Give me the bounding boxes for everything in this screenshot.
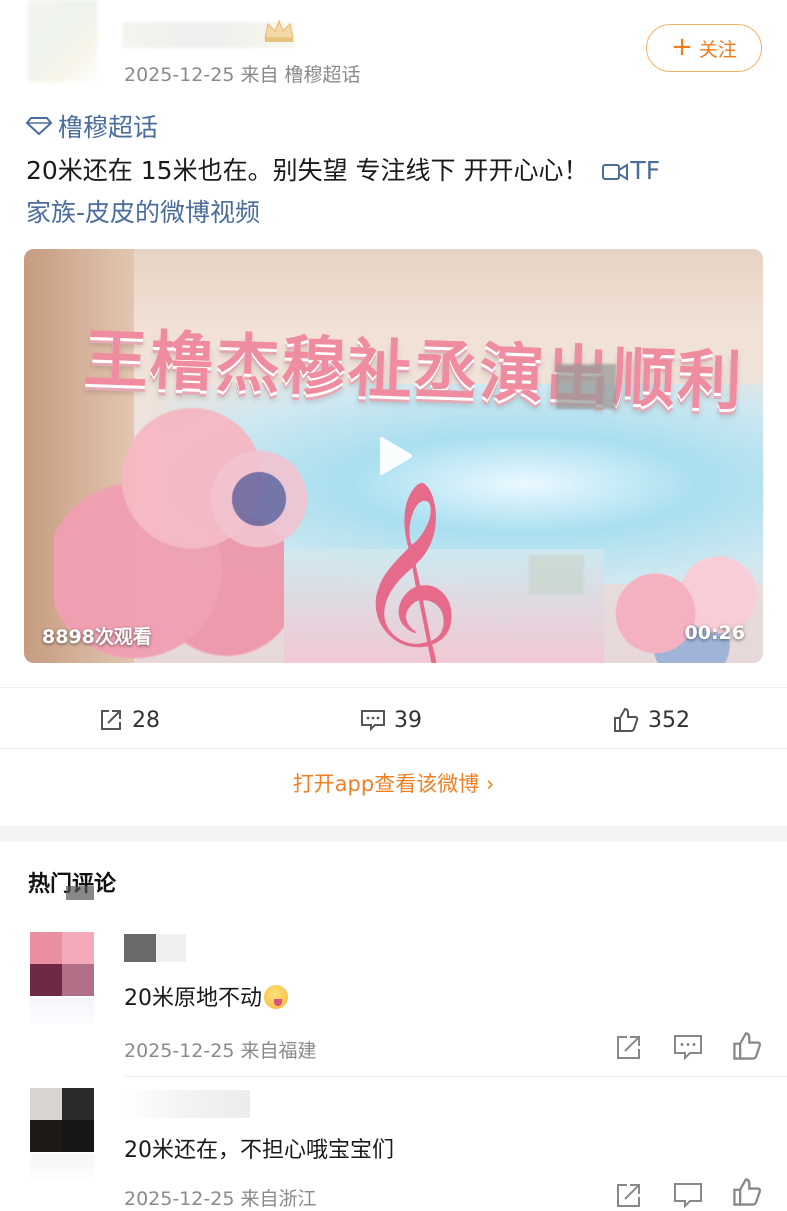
- crown-icon: [264, 19, 294, 42]
- like-count: 352: [648, 707, 690, 733]
- comment-count: 39: [394, 707, 422, 733]
- video-view-count: 8898次观看: [42, 626, 152, 648]
- comment-text: 20米还在，不担心哦宝宝们: [124, 1138, 394, 1163]
- topic-link[interactable]: 橹穆超话: [26, 108, 158, 144]
- post-main-text: 20米还在 15米也在。别失望 专注线下 开开心心！: [26, 156, 589, 185]
- comment-meta: 2025-12-25 来自福建: [124, 1040, 317, 1062]
- comment-avatar[interactable]: [30, 1088, 94, 1152]
- comment-icon[interactable]: [673, 1180, 703, 1210]
- comment-username-redacted[interactable]: [124, 934, 186, 962]
- video-flowers-mid: [184, 424, 334, 574]
- comment-username-redacted[interactable]: [124, 1090, 250, 1118]
- video-mosaic-redaction: [529, 555, 584, 595]
- comment-icon[interactable]: [673, 1032, 703, 1062]
- follow-label: 关注: [698, 38, 737, 61]
- diamond-topic-icon: [26, 117, 52, 136]
- share-icon[interactable]: [614, 1032, 644, 1062]
- comment-avatar[interactable]: [30, 932, 94, 996]
- author-avatar[interactable]: [28, 0, 98, 82]
- treble-clef-prop: 𝄞: [354, 479, 461, 664]
- topic-label: 橹穆超话: [58, 113, 159, 142]
- video-source-link-a: TF: [630, 156, 661, 185]
- comment-text-content: 20米原地不动: [124, 986, 262, 1011]
- comment-button[interactable]: 39: [360, 700, 422, 740]
- share-icon[interactable]: [614, 1180, 644, 1210]
- title-mosaic-redaction: [66, 886, 94, 900]
- divider: [124, 1076, 787, 1077]
- video-source-link-b: 家族-皮皮的微博视频: [26, 198, 261, 227]
- comment-icon: [361, 710, 385, 732]
- open-app-link[interactable]: 打开app查看该微博 ›: [0, 768, 787, 798]
- comment-meta: 2025-12-25 来自浙江: [124, 1188, 317, 1210]
- comment-avatar-fade: [30, 998, 94, 1024]
- share-count: 28: [132, 707, 160, 733]
- video-mosaic-redaction: [556, 364, 616, 409]
- like-icon: [614, 707, 639, 732]
- post-meta: 2025-12-25 来自 橹穆超话: [124, 64, 361, 86]
- tongue-emoji-icon: [264, 985, 288, 1009]
- share-icon: [101, 710, 121, 730]
- video-camera-icon: [602, 163, 629, 181]
- divider: [0, 687, 787, 688]
- video-flowers-right: [584, 539, 763, 663]
- divider: [0, 748, 787, 749]
- comment-text: 20米原地不动: [124, 980, 288, 1012]
- plus-icon: +: [671, 31, 693, 62]
- video-duration: 00:26: [684, 622, 745, 644]
- play-icon[interactable]: [370, 432, 418, 480]
- share-button[interactable]: 28: [98, 700, 160, 740]
- section-gap: [0, 826, 787, 842]
- comment-avatar-fade: [30, 1154, 94, 1180]
- video-player[interactable]: 王橹杰穆祉丞演出顺利 𝄞 8898次观看 00:26: [24, 249, 763, 663]
- like-icon[interactable]: [731, 1030, 763, 1062]
- like-icon[interactable]: [731, 1176, 763, 1208]
- like-button[interactable]: 352: [612, 700, 690, 740]
- post-text: 20米还在 15米也在。别失望 专注线下 开开心心！ TF 家族-皮皮的微博视频: [26, 150, 761, 234]
- follow-button[interactable]: + 关注: [646, 24, 762, 72]
